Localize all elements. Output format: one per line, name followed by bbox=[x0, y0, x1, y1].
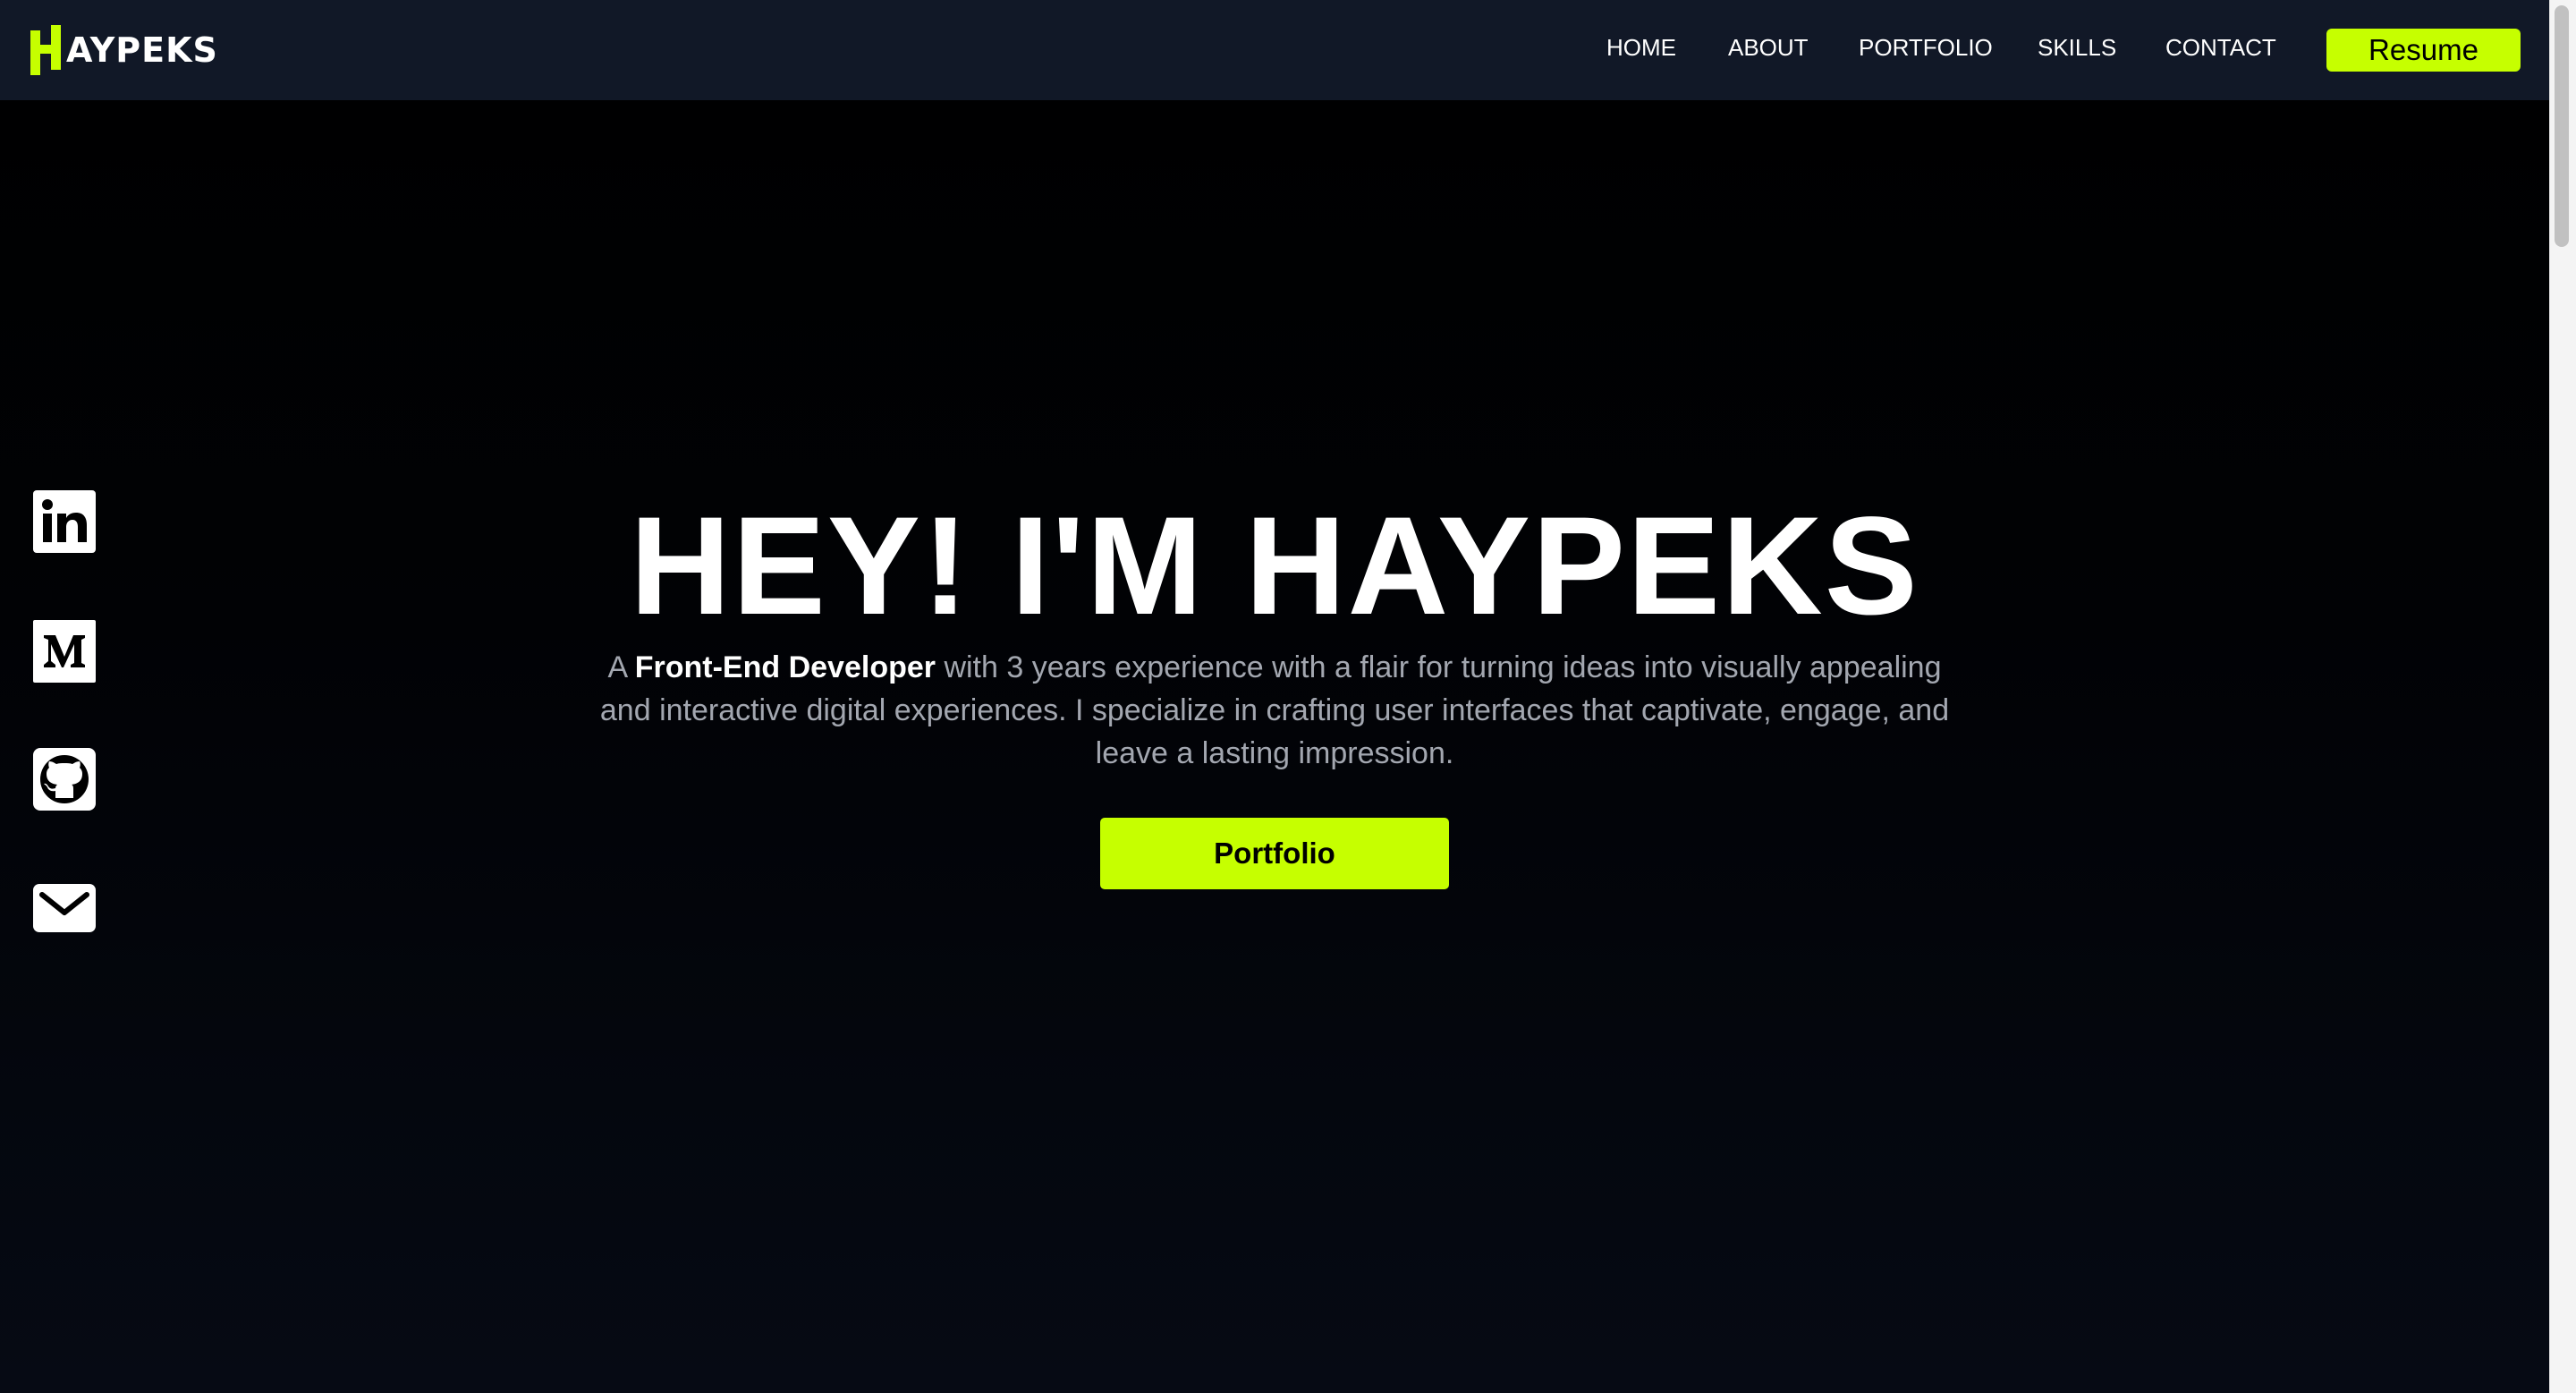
github-link[interactable] bbox=[33, 748, 96, 811]
email-link[interactable] bbox=[33, 877, 96, 939]
github-icon bbox=[33, 748, 96, 811]
page: AYPEKS HOME ABOUT PORTFOLIO SKILLS CONTA… bbox=[0, 0, 2576, 1393]
nav-portfolio[interactable]: PORTFOLIO bbox=[1859, 34, 1993, 62]
nav-contact[interactable]: CONTACT bbox=[2165, 34, 2276, 62]
logo-text: AYPEKS bbox=[66, 30, 218, 70]
hero-description-prefix: A bbox=[607, 650, 635, 684]
hero-description: A Front-End Developer with 3 years exper… bbox=[590, 646, 1959, 775]
hero-description-highlight: Front-End Developer bbox=[634, 650, 936, 684]
mail-icon bbox=[33, 884, 96, 932]
portfolio-button[interactable]: Portfolio bbox=[1100, 818, 1449, 889]
hero-title: HEY! I'M HAYPEKS bbox=[630, 488, 1919, 644]
logo-h-icon bbox=[30, 25, 61, 75]
nav-home[interactable]: HOME bbox=[1606, 34, 1676, 62]
logo[interactable]: AYPEKS bbox=[29, 25, 218, 75]
nav-about[interactable]: ABOUT bbox=[1728, 34, 1809, 62]
resume-button[interactable]: Resume bbox=[2326, 29, 2521, 72]
scrollbar-thumb[interactable] bbox=[2555, 5, 2569, 247]
nav-skills[interactable]: SKILLS bbox=[2038, 34, 2116, 62]
site-header: AYPEKS HOME ABOUT PORTFOLIO SKILLS CONTA… bbox=[0, 0, 2549, 100]
